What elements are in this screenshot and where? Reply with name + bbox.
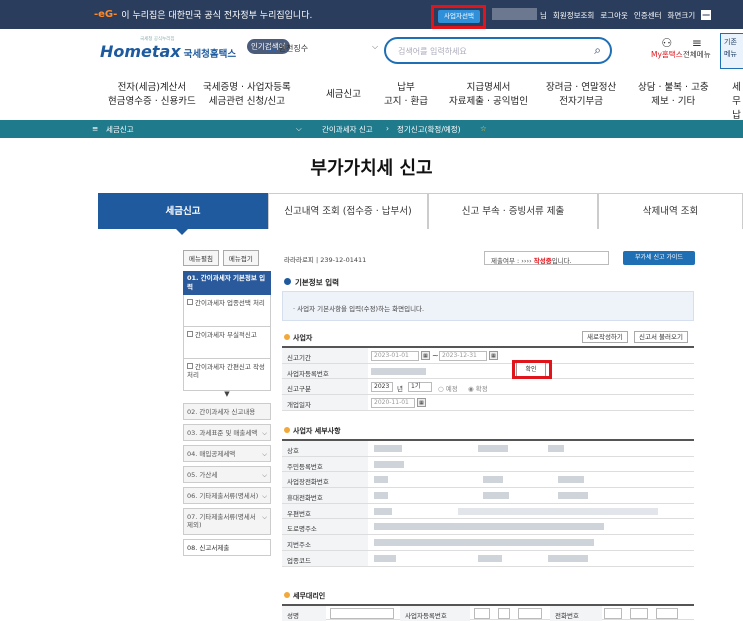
hamburger-icon: ≡ (691, 36, 702, 50)
calendar-icon[interactable]: ▦ (489, 351, 498, 360)
detail-table: 상호 주민등록번호 사업장전화번호 휴대전화번호 우편번호 도로명주소 지번주소… (282, 439, 694, 567)
user-name-redacted (492, 8, 537, 20)
agent-name-field[interactable] (330, 608, 394, 619)
agent-bizno-field[interactable] (498, 608, 510, 619)
section-title-business: 사업자 (284, 333, 312, 343)
all-menu-button[interactable]: ≡ 전체메뉴 (683, 37, 711, 60)
breadcrumb: ≡ 세금신고 ⌵ 간이과세자 신고 › 정기신고(확정/예정) ☆ (0, 120, 743, 138)
hamburger-icon[interactable]: ≡ (92, 124, 98, 133)
gnb-item-invoice[interactable]: 전자(세금)계산서 현금영수증 · 신용카드 (108, 81, 196, 109)
business-table: 신고기간 2023-01-01 ▦ ~ 2023-12-31 ▦ 사업자등록번호… (282, 346, 694, 411)
gnb-item-consult[interactable]: 상담 · 불복 · 고충 제보 · 기타 (638, 81, 709, 109)
step-item[interactable]: 06. 기타제출서류(명세서) ⌵ (183, 487, 271, 504)
popular-search-item[interactable]: 5. 원천징수 (268, 43, 308, 54)
sub-step-item[interactable]: 간이과세자 부실적신고 (183, 327, 271, 359)
chevron-down-icon: ▼ (224, 390, 230, 398)
top-links: 님 회원정보조회 로그아웃 인증센터 화면크기 — (540, 10, 712, 21)
calendar-icon[interactable]: ▦ (417, 398, 426, 408)
agent-phone-field[interactable] (630, 608, 648, 619)
notice-box: · 사업자 기본사항을 입력(수정)하는 화면입니다. (282, 291, 694, 321)
page-title: 부가가치세 신고 (310, 158, 433, 179)
open-date-field[interactable]: 2020-11-01 (371, 398, 415, 409)
agent-phone-field[interactable] (656, 608, 678, 619)
user-suffix: 님 (540, 11, 547, 20)
chevron-down-icon[interactable]: ⌵ (372, 42, 378, 52)
calendar-icon[interactable]: ▦ (421, 351, 430, 360)
agent-phone-field[interactable] (604, 608, 622, 619)
term-select[interactable]: 1기 (408, 382, 432, 393)
tab-history[interactable]: 신고내역 조회 (접수증 · 납부서) (268, 193, 428, 229)
tab-tax-return[interactable]: 세금신고 (98, 193, 268, 229)
top-bar: -eG- 이 누리집은 대한민국 공식 전자정부 누리집입니다. 사업자선택 님… (0, 0, 743, 29)
step-item[interactable]: 07. 기타제출서류(명세서 제외) ⌵ (183, 508, 271, 535)
highlight-box (512, 359, 552, 379)
zoom-out-icon[interactable]: — (701, 10, 712, 20)
logout-link[interactable]: 로그아웃 (600, 10, 628, 21)
chevron-right-icon: › (386, 124, 389, 133)
user-icon: ⚇ (661, 36, 673, 50)
status-box: 제출여부 : ›››› 작성중입니다. (484, 251, 609, 265)
vat-guide-button[interactable]: 부가세 신고 가이드 (623, 251, 695, 265)
tab-bar: 세금신고 신고내역 조회 (접수증 · 납부서) 신고 부속 · 증빙서류 제출… (98, 193, 743, 229)
agent-bizno-field[interactable] (474, 608, 490, 619)
sub-step-item[interactable]: 간이과세자 간편신고 작성 처리 (183, 359, 271, 391)
gnb-item-payment[interactable]: 납부 고지 · 환급 (384, 81, 428, 109)
agent-bizno-field[interactable] (518, 608, 542, 619)
gnb-item-tax-return[interactable]: 세금신고 (326, 88, 361, 102)
search-icon[interactable]: ⌕ (594, 43, 601, 58)
section-title-detail: 사업자 세부사항 (284, 426, 341, 436)
step-item-active[interactable]: 01. 간이과세자 기본정보 입력 (183, 271, 271, 295)
tab-deleted[interactable]: 삭제내역 조회 (598, 193, 743, 229)
gov-notice: -eG- 이 누리집은 대한민국 공식 전자정부 누리집입니다. (94, 9, 313, 21)
zoom-link[interactable]: 화면크기 (668, 10, 696, 21)
global-nav: 전자(세금)계산서 현금영수증 · 신용카드 국세증명 · 사업자등록 세금관련 신… (0, 77, 743, 135)
radio-preliminary[interactable]: ○ 예정 (438, 383, 458, 393)
highlight-box (431, 5, 486, 29)
breadcrumb-item[interactable]: 정기신고(확정/예정) (397, 124, 461, 135)
gnb-item-incentive[interactable]: 장려금 · 연말정산 전자기부금 (546, 81, 616, 109)
step-item[interactable]: 08. 신고서제출 (183, 539, 271, 556)
step-item[interactable]: 04. 매입공제세액 ⌵ (183, 445, 271, 462)
menu-expand-button[interactable]: 메뉴펼침 (183, 250, 219, 266)
section-title-basic: 기본정보 입력 (284, 277, 339, 288)
chevron-down-icon[interactable]: ⌵ (296, 124, 302, 134)
breadcrumb-item[interactable]: 세금신고 (106, 124, 134, 135)
year-field[interactable]: 2023 (371, 382, 393, 393)
registration-number: 라라라로피 | 239-12-01411 (284, 256, 367, 264)
step-item[interactable]: 05. 가산세 ⌵ (183, 466, 271, 483)
search-input[interactable]: 검색어를 입력하세요 ⌕ (384, 37, 612, 64)
legacy-menu-tab[interactable]: 기존 메뉴 (720, 33, 743, 69)
section-title-agent: 세무대리인 (284, 591, 325, 601)
step-sidebar: 메뉴펼침 메뉴접기 01. 간이과세자 기본정보 입력 간이과세자 업종선택 처… (183, 250, 271, 556)
new-write-button[interactable]: 새로작성하기 (582, 331, 628, 343)
sub-step-item[interactable]: 간이과세자 업종선택 처리 (183, 295, 271, 327)
step-item[interactable]: 03. 과세표준 및 매출세액 ⌵ (183, 424, 271, 441)
tab-attachments[interactable]: 신고 부속 · 증빙서류 제출 (428, 193, 598, 229)
redacted-value (371, 367, 426, 375)
radio-final[interactable]: ◉ 확정 (468, 383, 488, 393)
period-from-field[interactable]: 2023-01-01 (371, 351, 419, 361)
gov-emblem-icon: -eG- (94, 9, 118, 20)
cert-center-link[interactable]: 인증센터 (634, 10, 662, 21)
load-return-button[interactable]: 신고서 불러오기 (634, 331, 688, 343)
active-tab-pointer (176, 229, 188, 235)
agent-row: 성명 사업자등록번호 전화번호 (282, 604, 694, 621)
member-info-link[interactable]: 회원정보조회 (553, 10, 594, 21)
menu-collapse-button[interactable]: 메뉴접기 (222, 250, 259, 266)
star-icon[interactable]: ☆ (480, 124, 487, 133)
my-hometax-button[interactable]: ⚇ My홈택스 (651, 37, 683, 60)
period-to-field[interactable]: 2023-12-31 (439, 351, 487, 361)
hometax-logo[interactable]: 국세청 공식누리집 Hometax 국세청홈택스 (100, 37, 236, 61)
breadcrumb-item[interactable]: 간이과세자 신고 (322, 124, 373, 135)
gnb-item-statement[interactable]: 지급명세서 자료제출 · 공익법인 (449, 81, 528, 109)
step-item[interactable]: 02. 간이과세자 신고내용 (183, 403, 271, 420)
gnb-item-certificate[interactable]: 국세증명 · 사업자등록 세금관련 신청/신고 (203, 81, 291, 109)
